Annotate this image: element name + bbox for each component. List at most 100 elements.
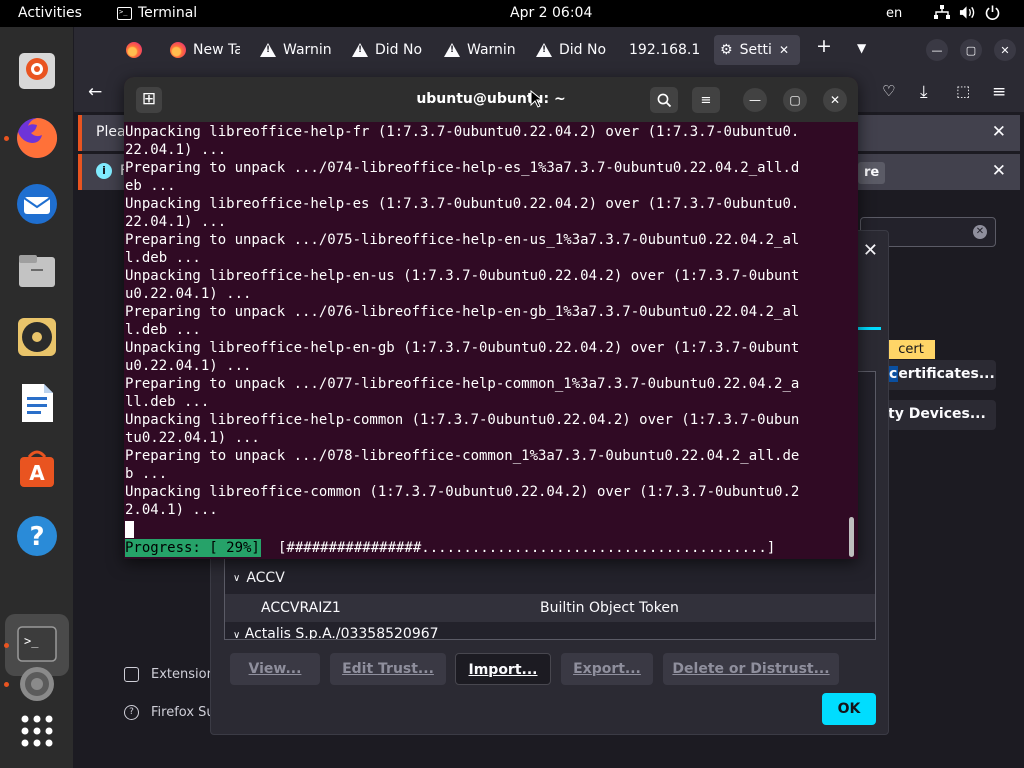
tab-settings[interactable]: ⚙ Setti ✕: [714, 35, 800, 65]
hamburger-menu-icon[interactable]: ≡: [692, 87, 720, 113]
volume-icon: [959, 4, 975, 21]
svg-text:?: ?: [29, 522, 44, 552]
search-icon[interactable]: [650, 87, 678, 113]
clear-search-icon[interactable]: ✕: [973, 225, 987, 239]
back-arrow-icon[interactable]: ←: [88, 82, 102, 102]
warning-icon: [444, 43, 460, 57]
security-devices-button[interactable]: ty Devices...: [884, 400, 996, 430]
terminal-line: Unpacking libreoffice-help-common (1:7.3…: [125, 412, 800, 428]
svg-text:A: A: [29, 461, 45, 485]
terminal-running-indicator: [4, 643, 9, 648]
terminal-output[interactable]: Unpacking libreoffice-help-fr (1:7.3.7-0…: [124, 122, 858, 559]
list-tabs-chevron-icon[interactable]: ▼: [857, 41, 866, 55]
terminal-line: Preparing to unpack .../078-libreoffice-…: [125, 448, 800, 464]
ok-button[interactable]: OK: [822, 693, 876, 725]
minimize-icon[interactable]: —: [743, 88, 767, 112]
cert-name-cell: ACCVRAIZ1: [261, 600, 341, 616]
firefox-running-indicator: [4, 136, 9, 141]
pocket-icon[interactable]: ♡: [882, 82, 895, 100]
tab-label: Setti: [739, 42, 772, 58]
terminal-line: u0.22.04.1) ...: [125, 358, 252, 374]
clock[interactable]: Apr 2 06:04: [510, 5, 592, 21]
terminal-line: l.deb ...: [125, 322, 201, 338]
tab-close-icon[interactable]: ✕: [779, 43, 789, 57]
close-icon[interactable]: ✕: [823, 88, 847, 112]
tree-group-actalis[interactable]: ∨ Actalis S.p.A./03358520967: [225, 627, 875, 639]
extensions-puzzle-icon[interactable]: ⬚: [956, 82, 970, 100]
chevron-down-icon: ∨: [233, 572, 241, 584]
tree-group-accv[interactable]: ∨ ACCV: [225, 564, 875, 592]
sidebar-label: Firefox Su: [151, 705, 215, 720]
tree-row-accvraiz1[interactable]: ACCVRAIZ1 Builtin Object Token: [225, 594, 875, 622]
warning-icon: [260, 43, 276, 57]
terminal-line: b ...: [125, 466, 168, 482]
settings-running-indicator: [4, 682, 9, 687]
notification-close-icon[interactable]: ✕: [992, 161, 1006, 181]
gnome-top-bar: Activities >_ Terminal Apr 2 06:04 en: [0, 0, 1024, 27]
terminal-line: Unpacking libreoffice-help-fr (1:7.3.7-0…: [125, 124, 800, 140]
terminal-line: Preparing to unpack .../077-libreoffice-…: [125, 376, 800, 392]
tab-label: New Ta: [193, 42, 240, 58]
view-certificates-button[interactable]: certificates...: [884, 360, 996, 390]
help-dock-icon[interactable]: ?: [13, 512, 61, 560]
terminal-line: u0.22.04.1) ...: [125, 286, 252, 302]
sidebar-firefox-support[interactable]: ? Firefox Su: [124, 705, 215, 720]
tab-warning-1[interactable]: Warnin: [260, 35, 332, 65]
system-status-area[interactable]: [934, 4, 1000, 21]
sidebar-extensions-themes[interactable]: Extension: [124, 667, 215, 682]
tab-label: 192.168.1.: [629, 42, 701, 58]
view-button[interactable]: View...: [230, 653, 320, 685]
progress-label: Progress: [ 29%]: [125, 539, 261, 557]
keyboard-language-indicator[interactable]: en: [886, 6, 902, 21]
progress-bar-text: [################.......................…: [278, 540, 776, 556]
settings-dock-icon[interactable]: [13, 660, 61, 708]
tab-did-not-2[interactable]: Did No: [536, 35, 608, 65]
import-button[interactable]: Import...: [455, 653, 551, 685]
terminal-line: Unpacking libreoffice-common (1:7.3.7-0u…: [125, 484, 800, 500]
edit-trust-button[interactable]: Edit Trust...: [330, 653, 446, 685]
terminal-scrollbar[interactable]: [849, 517, 854, 557]
terminal-window[interactable]: ⊞ ubuntu@ubuntu: ~ ≡ — ▢ ✕ Unpacking lib…: [124, 77, 858, 559]
downloads-icon[interactable]: ⤓: [920, 82, 928, 102]
notification-text: Plea: [96, 124, 126, 140]
tab-ip-address[interactable]: 192.168.1.: [629, 35, 701, 65]
ubuntu-installer-icon[interactable]: [13, 47, 61, 95]
maximize-icon[interactable]: ▢: [960, 39, 982, 61]
terminal-line: Unpacking libreoffice-help-en-gb (1:7.3.…: [125, 340, 800, 356]
tab-pinned-firefox[interactable]: [126, 35, 146, 65]
chevron-down-icon: ∨: [233, 630, 241, 639]
new-tab-plus-icon[interactable]: +: [816, 35, 832, 57]
show-apps-grid-icon[interactable]: [13, 707, 61, 755]
maximize-icon[interactable]: ▢: [783, 88, 807, 112]
hamburger-menu-icon[interactable]: ≡: [992, 82, 1006, 102]
text-cursor: [125, 521, 134, 538]
dialog-close-icon[interactable]: ✕: [863, 240, 878, 261]
tab-new-tab[interactable]: New Ta: [170, 35, 240, 65]
minimize-icon[interactable]: —: [926, 39, 948, 61]
delete-or-distrust-button[interactable]: Delete or Distrust...: [663, 653, 839, 685]
terminal-icon: >_: [117, 6, 132, 20]
tab-did-not-1[interactable]: Did No: [352, 35, 422, 65]
terminal-line: l.deb ...: [125, 250, 201, 266]
thunderbird-dock-icon[interactable]: [13, 180, 61, 228]
notification-close-icon[interactable]: ✕: [992, 122, 1006, 142]
libreoffice-writer-dock-icon[interactable]: [13, 379, 61, 427]
export-button[interactable]: Export...: [561, 653, 653, 685]
firefox-dock-icon[interactable]: [13, 114, 61, 162]
rhythmbox-dock-icon[interactable]: [13, 313, 61, 361]
terminal-line: 22.04.1) ...: [125, 142, 227, 158]
ubuntu-dock: A ? >_: [0, 27, 73, 768]
app-menu[interactable]: >_ Terminal: [117, 5, 197, 21]
activities-button[interactable]: Activities: [18, 5, 82, 21]
notification-action-button[interactable]: re: [858, 162, 886, 184]
firefox-icon: [126, 42, 142, 58]
terminal-line: Preparing to unpack .../075-libreoffice-…: [125, 232, 800, 248]
close-window-icon[interactable]: ✕: [994, 39, 1016, 61]
firefox-tab-strip: New Ta Warnin Did No Warnin Did No 192.1…: [74, 27, 1024, 72]
terminal-header-bar[interactable]: ⊞ ubuntu@ubuntu: ~ ≡ — ▢ ✕: [124, 77, 858, 122]
security-device-cell: Builtin Object Token: [540, 600, 679, 616]
files-dock-icon[interactable]: [13, 247, 61, 295]
tab-warning-2[interactable]: Warnin: [444, 35, 516, 65]
app-center-dock-icon[interactable]: A: [13, 445, 61, 493]
puzzle-icon: [124, 667, 139, 682]
